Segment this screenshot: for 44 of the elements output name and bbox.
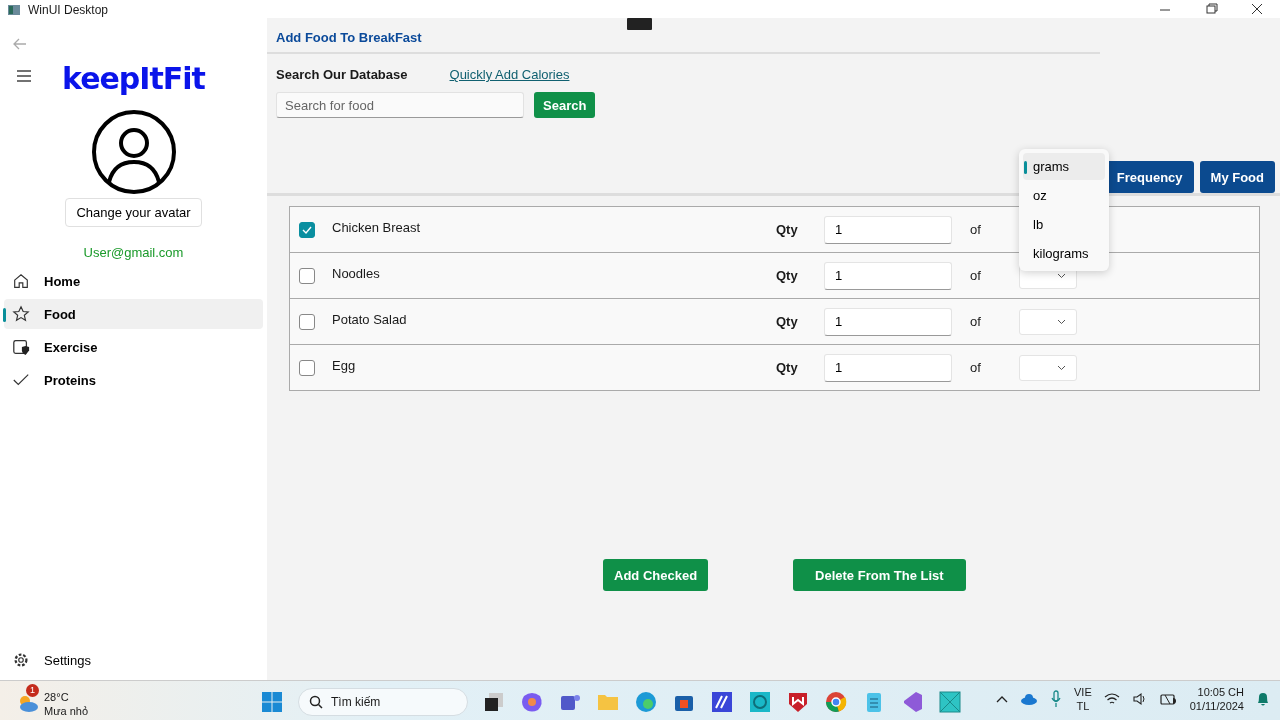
qty-field[interactable]: 1 (824, 215, 952, 244)
action-button[interactable]: Add Checked (603, 559, 709, 591)
unit-option[interactable]: kilograms (1023, 239, 1105, 267)
of-label: of (970, 314, 982, 329)
action-button[interactable]: Delete From The List (793, 559, 966, 591)
search-field[interactable]: Search for food (276, 92, 524, 118)
of-label: of (970, 222, 982, 237)
tab-button[interactable]: My Food (1199, 161, 1275, 193)
weather-text: Mưa nhỏ (44, 703, 89, 718)
user-email: User@gmail.com (83, 245, 184, 260)
food-name: Chicken Breast (332, 220, 422, 235)
qty-field[interactable]: 1 (824, 307, 952, 336)
search-button[interactable]: Search (534, 92, 596, 118)
unit-option[interactable]: grams (1023, 152, 1105, 180)
qty-label: Qty (776, 222, 799, 237)
weather-widget[interactable]: 1 28°C Mưa nhỏ (16, 683, 89, 718)
app-logo: keepItFit (62, 61, 205, 96)
qty-label: Qty (776, 360, 799, 375)
nav-item[interactable]: Food (4, 299, 263, 329)
qty-label: Qty (776, 314, 799, 329)
nav-item[interactable]: Exercise (4, 332, 263, 362)
of-label: of (970, 360, 982, 375)
clock[interactable]: 10:05 CH 01/11/2024 (1189, 685, 1244, 713)
unit-option[interactable]: lb (1023, 210, 1105, 238)
unit-option[interactable]: oz (1023, 181, 1105, 209)
section-label: Search Our Database (276, 67, 408, 82)
qty-field[interactable]: 1 (824, 353, 952, 382)
food-name: Egg (332, 358, 357, 373)
qty-field[interactable]: 1 (824, 261, 952, 290)
of-label: of (970, 268, 982, 283)
qty-label: Qty (776, 268, 799, 283)
nav-item[interactable]: Proteins (4, 365, 263, 395)
window-title: WinUI Desktop (28, 3, 109, 17)
quick-add-link[interactable]: Quickly Add Calories (449, 67, 570, 82)
notification-badge: 1 (26, 683, 39, 697)
temperature: 28°C (44, 689, 70, 704)
language-indicator[interactable]: VIE TL (1074, 685, 1092, 713)
food-name: Noodles (332, 266, 381, 281)
food-name: Potato Salad (332, 312, 408, 327)
change-avatar-button[interactable]: Change your avatar (65, 198, 202, 227)
page-title: Add Food To BreakFast (276, 30, 423, 45)
settings-item[interactable]: Settings (0, 650, 267, 670)
nav-item[interactable]: Home (4, 266, 263, 296)
taskbar-search[interactable]: Tìm kiếm (298, 688, 468, 716)
